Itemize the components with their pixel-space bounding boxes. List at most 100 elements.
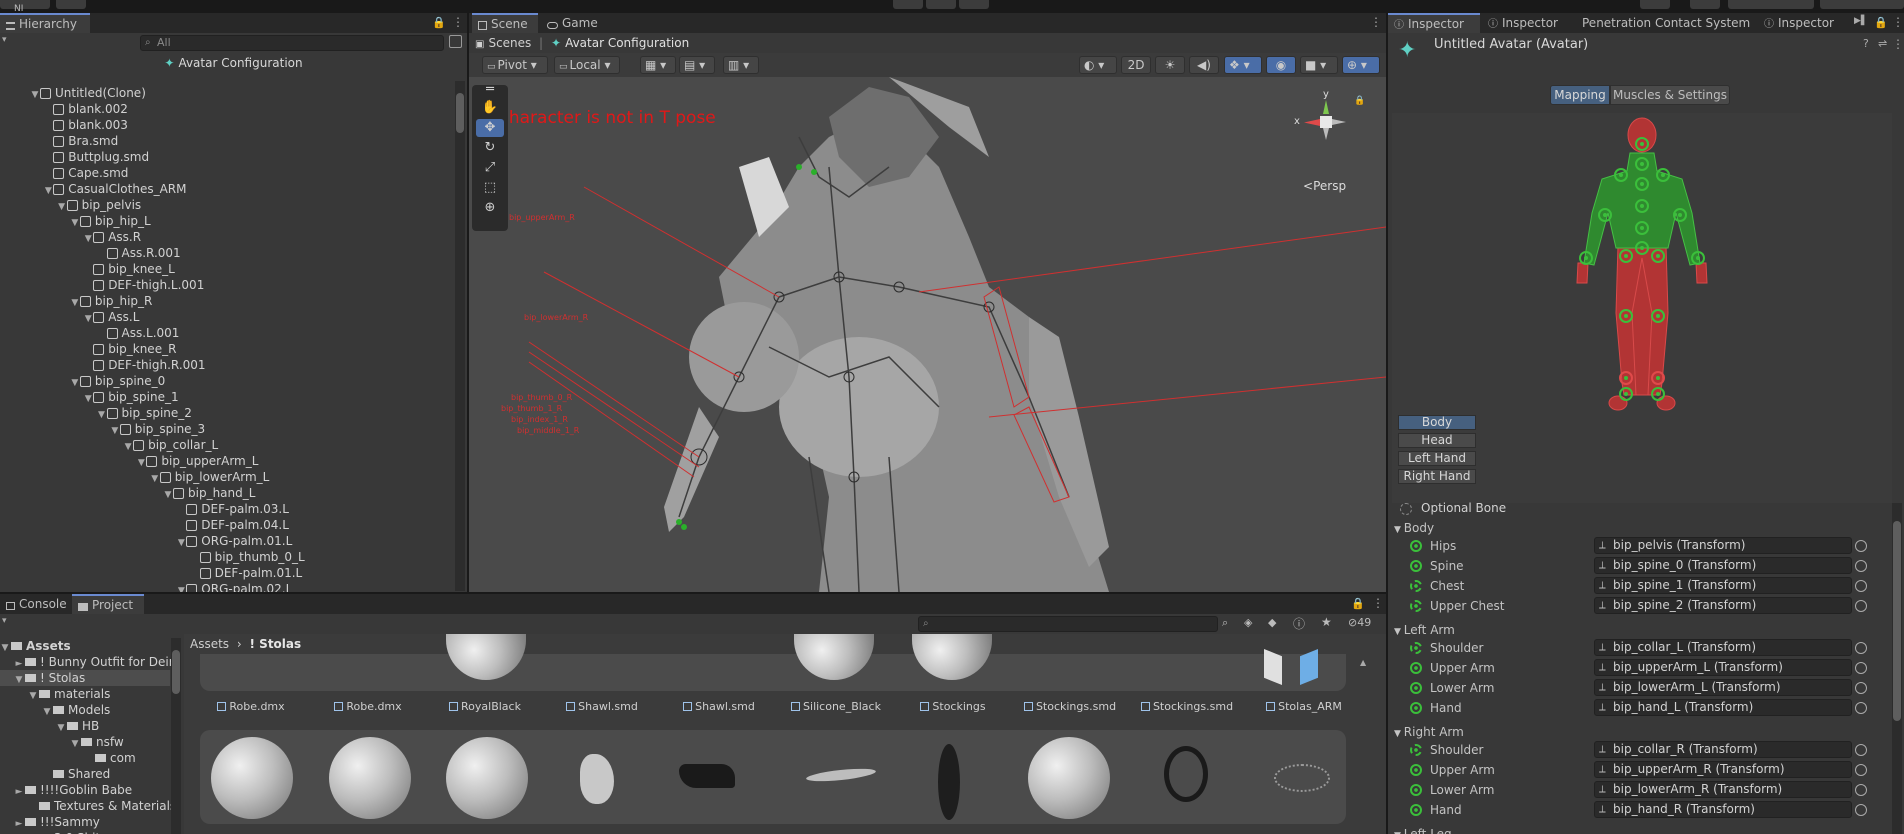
expand-arrow-icon[interactable]: ▼ bbox=[1394, 627, 1404, 637]
project-folder-row[interactable]: ►3.0 Shit bbox=[0, 830, 170, 834]
play-button[interactable] bbox=[893, 0, 923, 9]
expand-arrow-icon[interactable]: ▼ bbox=[176, 535, 186, 551]
kebab-menu-icon[interactable]: ⋮ bbox=[1892, 37, 1904, 51]
hierarchy-row[interactable]: ▼ Ass.L bbox=[83, 309, 140, 327]
account-button[interactable]: NI bbox=[0, 0, 50, 14]
scene-visibility-toggle[interactable]: ◉ bbox=[1266, 56, 1296, 74]
inspector-scrollbar[interactable] bbox=[1892, 503, 1902, 834]
hierarchy-row[interactable]: Ass.R.001 bbox=[97, 245, 181, 261]
project-folder-row[interactable]: Shared bbox=[0, 766, 170, 782]
tab-hierarchy[interactable]: Hierarchy bbox=[0, 13, 90, 33]
hierarchy-search-input[interactable]: ⌕ All bbox=[140, 35, 444, 51]
info-icon[interactable]: ⓘ bbox=[1293, 615, 1305, 632]
grid-snap-dropdown[interactable]: ▦ ▾ bbox=[640, 56, 676, 74]
local-dropdown[interactable]: ▭ Local ▾ bbox=[554, 56, 620, 74]
project-folder-row[interactable]: ▼ Models bbox=[0, 702, 170, 718]
expand-arrow-icon[interactable]: ▼ bbox=[150, 471, 160, 487]
expand-arrow-icon[interactable]: ▼ bbox=[30, 87, 40, 103]
expand-arrow-icon[interactable]: ▼ bbox=[43, 183, 53, 199]
project-folder-row[interactable]: ►! Bunny Outfit for Deira B bbox=[0, 654, 194, 670]
shading-mode-dropdown[interactable]: ◐ ▾ bbox=[1079, 56, 1117, 74]
asset-item[interactable]: Stockings bbox=[898, 700, 1008, 713]
tab-console[interactable]: Console bbox=[0, 594, 70, 614]
hierarchy-row[interactable]: Cape.smd bbox=[43, 165, 128, 181]
project-folder-row[interactable]: ▼! Stolas bbox=[0, 670, 170, 686]
project-folder-row[interactable]: ▼ materials bbox=[0, 686, 170, 702]
hierarchy-row[interactable]: blank.003 bbox=[43, 117, 128, 133]
step-button[interactable] bbox=[959, 0, 989, 9]
material-preview[interactable] bbox=[1028, 737, 1110, 819]
expand-arrow-icon[interactable]: ▼ bbox=[136, 455, 146, 471]
bone-section-header[interactable]: ▼ Right Arm bbox=[1394, 722, 1464, 742]
hidden-packages-icon[interactable]: ⊘49 bbox=[1348, 616, 1371, 629]
bone-section-header[interactable]: ▼ Body bbox=[1394, 518, 1434, 538]
project-folder-row[interactable]: ► !!!!Goblin Babe bbox=[0, 782, 170, 798]
asset-item[interactable]: RoyalBlack bbox=[430, 700, 540, 713]
persp-label[interactable]: <Persp bbox=[1303, 179, 1346, 193]
hierarchy-row[interactable]: ▼ bip_lowerArm_L bbox=[150, 469, 269, 487]
material-preview[interactable] bbox=[446, 737, 528, 819]
bone-transform-field[interactable]: ⟂ bip_lowerArm_L (Transform) bbox=[1594, 679, 1852, 696]
asset-item[interactable]: Stockings.smd bbox=[1015, 700, 1125, 713]
mesh-preview[interactable] bbox=[1274, 764, 1330, 792]
asset-item[interactable]: Shawl.smd bbox=[547, 700, 657, 713]
bone-section-header[interactable]: ▼ Left Arm bbox=[1394, 620, 1455, 640]
body-part-button[interactable]: Head bbox=[1398, 433, 1476, 448]
move-tool-icon[interactable]: ✥ bbox=[476, 119, 504, 137]
rotate-tool-icon[interactable]: ↻ bbox=[476, 139, 504, 157]
hierarchy-row[interactable]: bip_knee_R bbox=[83, 341, 176, 357]
scene-viewport[interactable] bbox=[469, 77, 1386, 592]
cloud-button[interactable] bbox=[56, 0, 86, 9]
mesh-preview[interactable] bbox=[1164, 746, 1208, 802]
hierarchy-row[interactable]: Bra.smd bbox=[43, 133, 118, 149]
bone-transform-field[interactable]: ⟂ bip_upperArm_R (Transform) bbox=[1594, 761, 1852, 778]
pause-button[interactable] bbox=[926, 0, 956, 9]
snap-settings-dropdown[interactable]: ▥ ▾ bbox=[723, 56, 759, 74]
hierarchy-row[interactable]: DEF-palm.03.L bbox=[176, 501, 289, 517]
kebab-menu-icon[interactable]: ⋮ bbox=[1370, 15, 1382, 29]
scale-tool-icon[interactable]: ⤢ bbox=[476, 159, 504, 177]
expand-arrow-icon[interactable]: ▼ bbox=[83, 311, 93, 327]
body-part-button[interactable]: Right Hand bbox=[1398, 469, 1476, 484]
breadcrumb-stolas[interactable]: ! Stolas bbox=[250, 637, 302, 651]
object-picker-icon[interactable] bbox=[1855, 560, 1867, 572]
object-picker-icon[interactable] bbox=[1855, 764, 1867, 776]
bone-transform-field[interactable]: ⟂ bip_collar_L (Transform) bbox=[1594, 639, 1852, 656]
filter-label-icon[interactable]: ◆ bbox=[1268, 616, 1276, 629]
search-button[interactable] bbox=[1690, 0, 1720, 9]
expand-arrow-icon[interactable]: ▼ bbox=[123, 439, 133, 455]
hierarchy-row[interactable]: ▼ bip_spine_2 bbox=[97, 405, 192, 421]
effects-dropdown[interactable]: ❖ ▾ bbox=[1224, 56, 1262, 74]
body-part-button[interactable]: Left Hand bbox=[1398, 451, 1476, 466]
asset-grid-scrollbar[interactable]: ▲ bbox=[1360, 654, 1372, 834]
asset-item[interactable]: Stockings.smd bbox=[1132, 700, 1242, 713]
tab-overflow-icon[interactable]: ▶▌ bbox=[1854, 16, 1868, 26]
hierarchy-row[interactable]: ▼ CasualClothes_ARM bbox=[43, 181, 187, 199]
hierarchy-row[interactable]: DEF-palm.01.L bbox=[190, 565, 302, 581]
layers-dropdown[interactable] bbox=[1728, 0, 1814, 9]
expand-arrow-icon[interactable]: ▼ bbox=[163, 487, 173, 503]
bone-transform-field[interactable]: ⟂ bip_hand_L (Transform) bbox=[1594, 699, 1852, 716]
snap-increment-dropdown[interactable]: ▤ ▾ bbox=[679, 56, 715, 74]
expand-arrow-icon[interactable]: ▼ bbox=[70, 215, 80, 231]
tab-game[interactable]: Game bbox=[541, 13, 607, 33]
tab-inspector-3[interactable]: ⓘ Inspector bbox=[1758, 13, 1850, 33]
expand-arrow-icon[interactable]: ▼ bbox=[110, 423, 120, 439]
transform-tool-icon[interactable]: ⊕ bbox=[476, 199, 504, 217]
audio-toggle[interactable]: ◀) bbox=[1189, 56, 1219, 74]
bone-transform-field[interactable]: ⟂ bip_spine_1 (Transform) bbox=[1594, 577, 1852, 594]
palette-grip-icon[interactable]: ═ bbox=[476, 83, 504, 96]
hierarchy-row[interactable]: bip_knee_L bbox=[83, 261, 175, 277]
add-dropdown[interactable]: ▾ bbox=[2, 35, 7, 45]
tab-penetration-contact-system[interactable]: Penetration Contact System bbox=[1576, 13, 1756, 33]
object-picker-icon[interactable] bbox=[1855, 662, 1867, 674]
asset-item[interactable]: Shawl.smd bbox=[664, 700, 774, 713]
material-preview[interactable] bbox=[329, 737, 411, 819]
favorites-star-icon[interactable]: ★ bbox=[1321, 615, 1332, 629]
body-part-button[interactable]: Body bbox=[1398, 415, 1476, 430]
asset-item[interactable]: Stolas_ARM bbox=[1249, 700, 1359, 713]
object-picker-icon[interactable] bbox=[1855, 580, 1867, 592]
bone-transform-field[interactable]: ⟂ bip_hand_R (Transform) bbox=[1594, 801, 1852, 818]
filter-type-icon[interactable]: ◈ bbox=[1244, 616, 1252, 629]
hierarchy-row[interactable]: Buttplug.smd bbox=[43, 149, 149, 165]
